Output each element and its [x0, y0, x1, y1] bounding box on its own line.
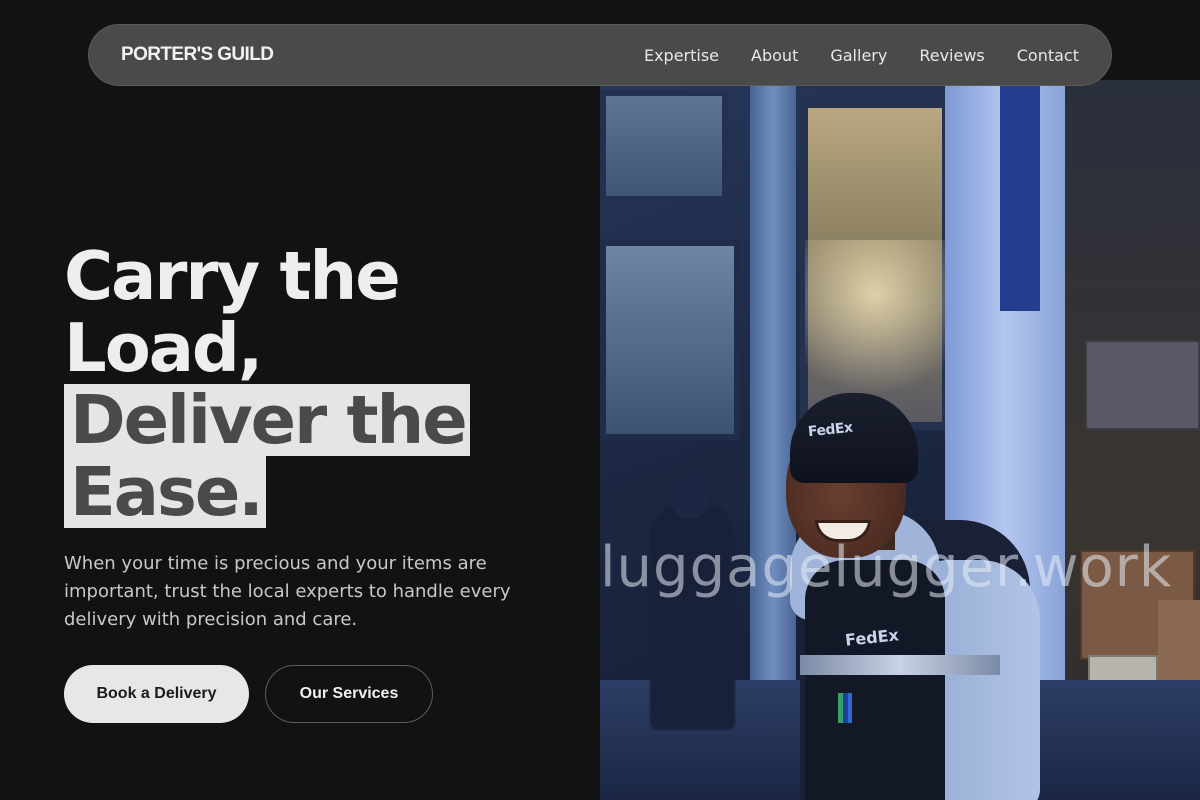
- photo-window: [600, 90, 728, 202]
- hero-subtext: When your time is precious and your item…: [64, 553, 511, 630]
- headline-highlight: Deliver the: [64, 384, 470, 456]
- nav-link-gallery[interactable]: Gallery: [830, 46, 887, 65]
- nav-link-expertise[interactable]: Expertise: [644, 46, 719, 65]
- hero-headline: Carry the Load, Deliver the Ease.: [64, 240, 564, 528]
- watermark-text: luggagelugger.work: [600, 535, 1173, 600]
- nav-link-contact[interactable]: Contact: [1017, 46, 1079, 65]
- photo-truck-stripe: [1000, 86, 1040, 311]
- photo-light: [805, 240, 945, 420]
- hero-image: FedEx FedEx luggagelugger.work: [600, 80, 1200, 800]
- photo-box: [1085, 340, 1200, 430]
- nav-links: Expertise About Gallery Reviews Contact: [644, 46, 1079, 65]
- headline-highlight: Ease.: [64, 456, 266, 528]
- nav-link-about[interactable]: About: [751, 46, 798, 65]
- hero-copy: Carry the Load, Deliver the Ease.: [64, 240, 564, 528]
- brand-logo[interactable]: PORTER'S GUILD: [121, 44, 274, 66]
- headline-line: Carry the: [64, 237, 401, 315]
- book-delivery-button[interactable]: Book a Delivery: [64, 665, 249, 723]
- photo-reflective-stripe: [800, 655, 1000, 675]
- nav-link-reviews[interactable]: Reviews: [919, 46, 984, 65]
- our-services-button[interactable]: Our Services: [265, 665, 433, 723]
- top-navigation: PORTER'S GUILD Expertise About Gallery R…: [88, 24, 1112, 86]
- headline-line: Load,: [64, 309, 263, 387]
- photo-background-person-head: [670, 475, 710, 519]
- photo-pens: [838, 693, 852, 723]
- photo-window: [600, 240, 740, 440]
